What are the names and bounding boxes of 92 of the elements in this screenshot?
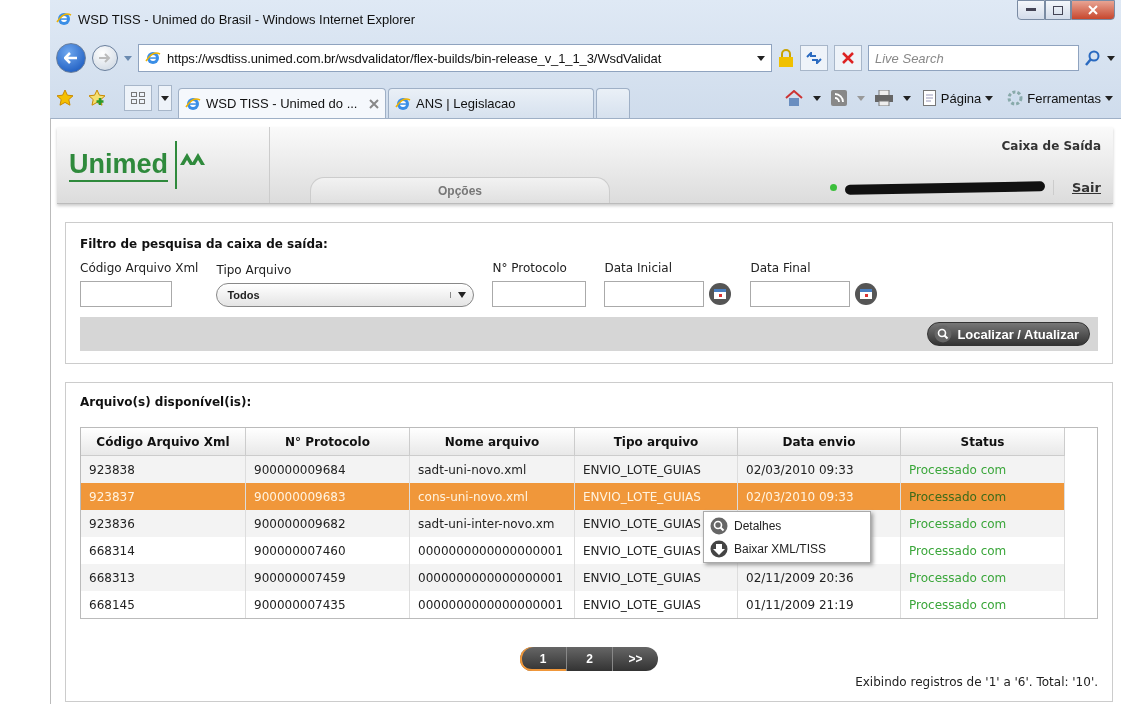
table-cell[interactable]: sadt-uni-inter-novo.xm [410, 510, 575, 537]
feed-icon[interactable] [830, 90, 847, 106]
grid-icon [131, 92, 145, 104]
logout-link[interactable]: Sair [1053, 180, 1101, 195]
browser-logo-icon [145, 50, 161, 66]
caret-icon [985, 95, 994, 101]
page-title: Caixa de Saída [1001, 139, 1101, 153]
stop-button[interactable] [834, 45, 862, 71]
browser-logo-icon [56, 11, 72, 27]
page-button[interactable]: 1 [520, 647, 566, 671]
forward-button[interactable] [92, 45, 118, 71]
close-button[interactable] [1071, 0, 1115, 20]
date-field[interactable] [604, 281, 705, 307]
field-label: Data Inicial [604, 261, 673, 275]
table-cell[interactable]: 900000009682 [246, 510, 410, 537]
browser-tab[interactable]: ANS | Legislacao [388, 88, 594, 118]
column-header[interactable]: Tipo arquivo [575, 428, 738, 456]
address-field[interactable]: https://wsdtiss.unimed.com.br/wsdvalidator/flex-builds/bin-release_v_1_1_3/WsdValidat [138, 44, 772, 72]
maximize-icon [1053, 5, 1063, 15]
caret-icon [1105, 95, 1113, 101]
search-icon[interactable] [1085, 50, 1101, 66]
column-header[interactable]: Nome arquivo [410, 428, 575, 456]
logo-mark-icon [174, 141, 208, 189]
download-icon [710, 539, 728, 558]
dropdown-icon[interactable] [1107, 55, 1115, 61]
minimize-button[interactable] [1017, 0, 1045, 20]
field-label: Tipo Arquivo [216, 263, 293, 277]
type-dropdown[interactable]: Todos [216, 283, 475, 307]
panel-title: Arquivo(s) disponível(is): [80, 395, 253, 409]
column-header[interactable]: Status [901, 428, 1065, 456]
close-icon [842, 52, 854, 64]
maximize-button[interactable] [1045, 0, 1071, 20]
table-cell[interactable]: 923836 [81, 510, 246, 537]
menu-tab[interactable]: Opções [310, 177, 610, 203]
table-cell[interactable]: 668313 [81, 564, 246, 591]
minimize-icon [1026, 8, 1036, 12]
column-header[interactable]: Código Arquivo Xml [81, 428, 246, 456]
search-icon [710, 516, 728, 535]
search-button[interactable]: Localizar / Atualizar [927, 322, 1090, 346]
records-summary: Exibindo registros de '1' a '6'. Total: '10'. [855, 675, 1098, 689]
browser-tab[interactable]: WSD TISS - Unimed do ... [178, 88, 386, 118]
page-button[interactable]: >> [612, 647, 658, 671]
search-field[interactable]: Live Search [868, 45, 1079, 71]
back-arrow-icon [64, 52, 78, 64]
quick-tabs-button[interactable] [124, 85, 152, 111]
command-menu[interactable]: Ferramentas [1005, 90, 1115, 106]
date-field[interactable] [750, 281, 851, 307]
table-cell[interactable]: ENVIO_LOTE_GUIAS [575, 456, 738, 483]
table-cell[interactable]: sadt-uni-novo.xml [410, 456, 575, 483]
input-field[interactable] [80, 281, 172, 307]
table-cell[interactable]: 0000000000000000001 [410, 564, 575, 591]
page-button[interactable]: 2 [566, 647, 612, 671]
table-cell[interactable]: 02/11/2009 20:36 [738, 564, 901, 591]
caret-icon [458, 292, 467, 298]
logo: Unimed [69, 148, 168, 182]
browser-logo-icon [395, 95, 411, 112]
table-cell[interactable]: 900000007459 [246, 564, 410, 591]
star-icon[interactable] [56, 89, 74, 107]
table-cell[interactable]: 02/03/2010 09:33 [738, 456, 901, 483]
search-icon [934, 325, 953, 343]
column-header[interactable]: N° Protocolo [246, 428, 410, 456]
calendar-icon[interactable] [708, 282, 733, 306]
table-cell[interactable]: 923838 [81, 456, 246, 483]
caret-icon [161, 95, 169, 101]
table-cell[interactable]: 900000009684 [246, 456, 410, 483]
tab-list-button[interactable] [158, 85, 172, 111]
page-icon [922, 90, 937, 106]
window-title: WSD TISS - Unimed do Brasil - Windows Internet Explorer [78, 11, 416, 27]
online-status-icon [830, 184, 837, 191]
command-menu[interactable]: Página [920, 90, 996, 106]
refresh-button[interactable] [800, 45, 828, 71]
input-field[interactable] [492, 281, 587, 307]
back-button[interactable] [56, 43, 86, 73]
panel-title: Filtro de pesquisa da caixa de saída: [80, 237, 329, 251]
dropdown-icon[interactable] [902, 95, 911, 101]
dropdown-icon [757, 55, 765, 61]
refresh-arrows-icon [806, 52, 822, 64]
dropdown-icon[interactable] [812, 95, 821, 101]
home-icon[interactable] [784, 90, 803, 106]
calendar-icon[interactable] [854, 282, 879, 306]
column-header[interactable]: Data envio [738, 428, 901, 456]
field-label: Data Final [750, 261, 812, 275]
gear-icon [1007, 90, 1024, 106]
close-icon[interactable] [369, 98, 379, 109]
forward-arrow-icon [99, 53, 111, 63]
field-label: N° Protocolo [492, 261, 568, 275]
browser-logo-icon [185, 95, 201, 112]
table-cell[interactable]: ENVIO_LOTE_GUIAS [575, 564, 738, 591]
printer-icon[interactable] [874, 90, 893, 106]
field-label: Código Arquivo Xml [80, 261, 199, 275]
close-icon [1088, 5, 1098, 15]
add-favorite-icon[interactable] [88, 89, 106, 107]
